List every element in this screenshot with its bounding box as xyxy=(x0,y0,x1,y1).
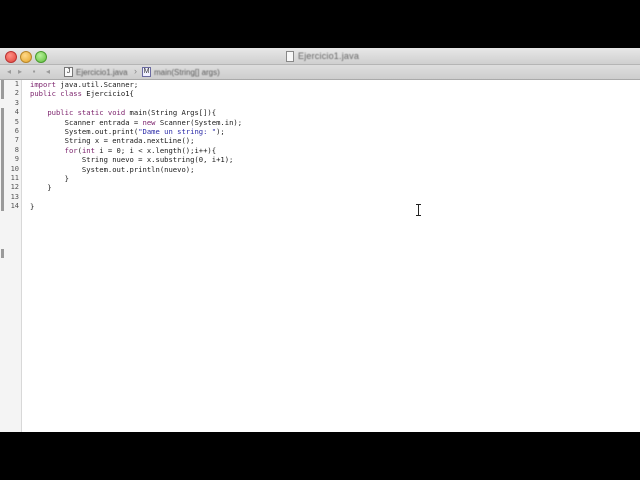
breadcrumb-file-label: Ejercicio1.java xyxy=(76,67,128,77)
breadcrumb-file[interactable]: J Ejercicio1.java xyxy=(64,66,128,78)
code-line[interactable]: Scanner entrada = new Scanner(System.in)… xyxy=(30,118,242,127)
line-number-gutter: 1 2 3 4 5 6 7 8 9 10 11 12 13 14 xyxy=(0,80,22,432)
code-token: } xyxy=(30,174,69,183)
window-title: Ejercicio1.java xyxy=(298,51,360,61)
line-number: 9 xyxy=(14,155,19,164)
breadcrumb-method[interactable]: M main(String[] args) xyxy=(142,66,220,78)
code-token: i = 0; i < x.length();i++){ xyxy=(94,145,217,155)
line-number: 1 xyxy=(14,80,19,88)
java-file-icon: J xyxy=(64,67,73,77)
keyword-token: public xyxy=(47,108,74,118)
code-token: Scanner entrada = xyxy=(30,117,143,127)
keyword-token: public xyxy=(30,89,56,99)
code-line[interactable]: for(int i = 0; i < x.length();i++){ xyxy=(30,146,216,155)
code-token: Ejercicio1{ xyxy=(81,89,134,99)
text-cursor-icon xyxy=(416,204,422,216)
line-number: 6 xyxy=(14,127,19,135)
history-back-icon[interactable]: ◂ xyxy=(44,68,52,76)
document-icon xyxy=(286,50,294,62)
code-line[interactable]: System.out.print("Dame un string: "); xyxy=(30,127,225,136)
code-token: Scanner(System.in); xyxy=(155,117,243,127)
code-line[interactable]: } xyxy=(30,183,52,193)
related-items-icon[interactable]: ▪ xyxy=(30,68,38,76)
code-token: } xyxy=(30,202,35,212)
window-title-group: Ejercicio1.java xyxy=(286,50,359,62)
code-token: ); xyxy=(216,127,225,136)
line-number: 5 xyxy=(14,117,19,126)
code-token: System.out.println(nuevo); xyxy=(30,164,195,174)
line-number: 4 xyxy=(14,108,19,117)
line-number: 12 xyxy=(10,183,19,192)
code-token: System.out.print( xyxy=(30,127,139,136)
breadcrumb-method-label: main(String[] args) xyxy=(154,67,220,77)
keyword-token: int xyxy=(81,145,95,155)
change-marker xyxy=(1,249,4,258)
back-arrow-icon[interactable]: ◂ xyxy=(5,68,13,76)
line-number: 10 xyxy=(10,164,19,173)
line-number: 3 xyxy=(14,98,19,107)
keyword-token: import xyxy=(30,80,56,89)
breadcrumb-separator-icon: › xyxy=(134,66,137,76)
code-line[interactable]: } xyxy=(30,174,69,183)
code-line[interactable]: import java.util.Scanner; xyxy=(30,80,138,89)
editor-window: Ejercicio1.java ◂ ▸ ▪ ◂ J Ejercicio1.jav… xyxy=(0,48,640,432)
line-number: 2 xyxy=(14,89,19,98)
code-line[interactable]: String nuevo = x.substring(0, i+1); xyxy=(30,155,233,164)
close-window-button[interactable] xyxy=(5,51,17,63)
code-line[interactable]: } xyxy=(30,202,34,211)
keyword-token: class xyxy=(60,89,82,99)
code-token: String x = entrada.nextLine(); xyxy=(30,136,195,146)
keyword-token: for xyxy=(64,145,78,155)
code-line[interactable]: String x = entrada.nextLine(); xyxy=(30,136,195,146)
navigation-bar: ◂ ▸ ▪ ◂ J Ejercicio1.java › M main(Strin… xyxy=(0,65,640,80)
code-line[interactable]: public static void main(String Args[]){ xyxy=(30,108,216,117)
letterbox-top xyxy=(0,0,640,48)
title-bar: Ejercicio1.java xyxy=(0,48,640,65)
line-number: 8 xyxy=(14,145,19,154)
line-number: 13 xyxy=(10,192,19,201)
keyword-token: new xyxy=(142,117,156,127)
line-number: 11 xyxy=(10,174,19,182)
code-token: main(String Args[]){ xyxy=(125,108,217,118)
method-icon: M xyxy=(142,67,151,77)
code-line[interactable]: System.out.println(nuevo); xyxy=(30,164,195,174)
zoom-window-button[interactable] xyxy=(35,51,47,63)
code-token: String nuevo = x.substring(0, i+1); xyxy=(30,155,234,165)
keyword-token: void xyxy=(107,108,126,118)
forward-arrow-icon[interactable]: ▸ xyxy=(16,68,24,76)
line-number: 7 xyxy=(14,136,19,145)
code-token: java.util.Scanner; xyxy=(55,80,139,89)
keyword-token: static xyxy=(77,108,104,118)
code-token: } xyxy=(30,183,52,193)
line-number: 14 xyxy=(10,202,19,211)
string-token: "Dame un string: " xyxy=(138,127,217,136)
minimize-window-button[interactable] xyxy=(20,51,32,63)
code-line[interactable]: public class Ejercicio1{ xyxy=(30,89,134,98)
letterbox-bottom xyxy=(0,432,640,480)
